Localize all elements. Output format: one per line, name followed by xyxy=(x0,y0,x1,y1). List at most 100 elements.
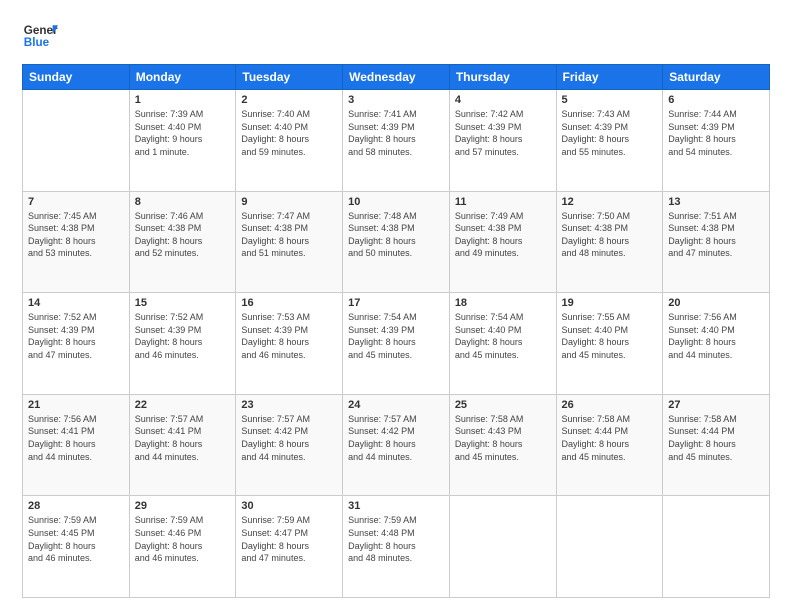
day-number: 22 xyxy=(135,399,231,411)
cell-info: Sunrise: 7:47 AM Sunset: 4:38 PM Dayligh… xyxy=(241,210,337,260)
day-number: 16 xyxy=(241,297,337,309)
weekday-header-row: SundayMondayTuesdayWednesdayThursdayFrid… xyxy=(23,65,770,90)
logo: General Blue xyxy=(22,18,58,54)
day-number: 10 xyxy=(348,196,444,208)
weekday-header-monday: Monday xyxy=(129,65,236,90)
day-number: 15 xyxy=(135,297,231,309)
cell-info: Sunrise: 7:58 AM Sunset: 4:44 PM Dayligh… xyxy=(668,413,764,463)
day-number: 28 xyxy=(28,500,124,512)
cell-info: Sunrise: 7:45 AM Sunset: 4:38 PM Dayligh… xyxy=(28,210,124,260)
calendar-row-2: 14 Sunrise: 7:52 AM Sunset: 4:39 PM Dayli… xyxy=(23,293,770,395)
calendar-cell-r4c5 xyxy=(556,496,663,598)
day-number: 20 xyxy=(668,297,764,309)
calendar-cell-r3c2: 23 Sunrise: 7:57 AM Sunset: 4:42 PM Dayli… xyxy=(236,394,343,496)
calendar-cell-r2c6: 20 Sunrise: 7:56 AM Sunset: 4:40 PM Dayli… xyxy=(663,293,770,395)
calendar-cell-r3c3: 24 Sunrise: 7:57 AM Sunset: 4:42 PM Dayli… xyxy=(343,394,450,496)
calendar-cell-r1c6: 13 Sunrise: 7:51 AM Sunset: 4:38 PM Dayli… xyxy=(663,191,770,293)
calendar-cell-r3c0: 21 Sunrise: 7:56 AM Sunset: 4:41 PM Dayli… xyxy=(23,394,130,496)
calendar-cell-r4c0: 28 Sunrise: 7:59 AM Sunset: 4:45 PM Dayli… xyxy=(23,496,130,598)
day-number: 24 xyxy=(348,399,444,411)
day-number: 29 xyxy=(135,500,231,512)
cell-info: Sunrise: 7:54 AM Sunset: 4:40 PM Dayligh… xyxy=(455,311,551,361)
cell-info: Sunrise: 7:58 AM Sunset: 4:44 PM Dayligh… xyxy=(562,413,658,463)
day-number: 5 xyxy=(562,94,658,106)
cell-info: Sunrise: 7:48 AM Sunset: 4:38 PM Dayligh… xyxy=(348,210,444,260)
day-number: 14 xyxy=(28,297,124,309)
calendar-cell-r4c3: 31Sunrise: 7:59 AM Sunset: 4:48 PM Dayli… xyxy=(343,496,450,598)
cell-info: Sunrise: 7:57 AM Sunset: 4:42 PM Dayligh… xyxy=(241,413,337,463)
cell-info: Sunrise: 7:59 AM Sunset: 4:45 PM Dayligh… xyxy=(28,514,124,564)
day-number: 12 xyxy=(562,196,658,208)
cell-info: Sunrise: 7:57 AM Sunset: 4:41 PM Dayligh… xyxy=(135,413,231,463)
calendar-row-1: 7 Sunrise: 7:45 AM Sunset: 4:38 PM Daylig… xyxy=(23,191,770,293)
weekday-header-tuesday: Tuesday xyxy=(236,65,343,90)
day-number: 9 xyxy=(241,196,337,208)
calendar-cell-r3c5: 26Sunrise: 7:58 AM Sunset: 4:44 PM Dayli… xyxy=(556,394,663,496)
calendar-cell-r1c3: 10 Sunrise: 7:48 AM Sunset: 4:38 PM Dayli… xyxy=(343,191,450,293)
cell-info: Sunrise: 7:42 AM Sunset: 4:39 PM Dayligh… xyxy=(455,108,551,158)
cell-info: Sunrise: 7:40 AM Sunset: 4:40 PM Dayligh… xyxy=(241,108,337,158)
day-number: 31 xyxy=(348,500,444,512)
day-number: 19 xyxy=(562,297,658,309)
calendar-page: General Blue SundayMondayTuesdayWednesda… xyxy=(0,0,792,612)
day-number: 13 xyxy=(668,196,764,208)
weekday-header-thursday: Thursday xyxy=(449,65,556,90)
cell-info: Sunrise: 7:41 AM Sunset: 4:39 PM Dayligh… xyxy=(348,108,444,158)
cell-info: Sunrise: 7:59 AM Sunset: 4:47 PM Dayligh… xyxy=(241,514,337,564)
calendar-cell-r4c1: 29 Sunrise: 7:59 AM Sunset: 4:46 PM Dayli… xyxy=(129,496,236,598)
day-number: 30 xyxy=(241,500,337,512)
weekday-header-friday: Friday xyxy=(556,65,663,90)
header: General Blue xyxy=(22,18,770,54)
cell-info: Sunrise: 7:53 AM Sunset: 4:39 PM Dayligh… xyxy=(241,311,337,361)
day-number: 3 xyxy=(348,94,444,106)
calendar-cell-r2c3: 17 Sunrise: 7:54 AM Sunset: 4:39 PM Dayli… xyxy=(343,293,450,395)
cell-info: Sunrise: 7:57 AM Sunset: 4:42 PM Dayligh… xyxy=(348,413,444,463)
calendar-cell-r0c3: 3 Sunrise: 7:41 AM Sunset: 4:39 PM Daylig… xyxy=(343,90,450,192)
cell-info: Sunrise: 7:52 AM Sunset: 4:39 PM Dayligh… xyxy=(135,311,231,361)
day-number: 25 xyxy=(455,399,551,411)
weekday-header-saturday: Saturday xyxy=(663,65,770,90)
svg-text:Blue: Blue xyxy=(24,36,50,49)
calendar-cell-r2c2: 16 Sunrise: 7:53 AM Sunset: 4:39 PM Dayli… xyxy=(236,293,343,395)
calendar-cell-r3c1: 22 Sunrise: 7:57 AM Sunset: 4:41 PM Dayli… xyxy=(129,394,236,496)
calendar-cell-r1c5: 12 Sunrise: 7:50 AM Sunset: 4:38 PM Dayli… xyxy=(556,191,663,293)
cell-info: Sunrise: 7:56 AM Sunset: 4:41 PM Dayligh… xyxy=(28,413,124,463)
day-number: 23 xyxy=(241,399,337,411)
calendar-cell-r1c0: 7 Sunrise: 7:45 AM Sunset: 4:38 PM Daylig… xyxy=(23,191,130,293)
cell-info: Sunrise: 7:44 AM Sunset: 4:39 PM Dayligh… xyxy=(668,108,764,158)
calendar-cell-r0c0 xyxy=(23,90,130,192)
cell-info: Sunrise: 7:59 AM Sunset: 4:46 PM Dayligh… xyxy=(135,514,231,564)
day-number: 7 xyxy=(28,196,124,208)
day-number: 6 xyxy=(668,94,764,106)
calendar-cell-r0c5: 5 Sunrise: 7:43 AM Sunset: 4:39 PM Daylig… xyxy=(556,90,663,192)
cell-info: Sunrise: 7:58 AM Sunset: 4:43 PM Dayligh… xyxy=(455,413,551,463)
calendar-cell-r0c4: 4 Sunrise: 7:42 AM Sunset: 4:39 PM Daylig… xyxy=(449,90,556,192)
day-number: 21 xyxy=(28,399,124,411)
cell-info: Sunrise: 7:50 AM Sunset: 4:38 PM Dayligh… xyxy=(562,210,658,260)
cell-info: Sunrise: 7:56 AM Sunset: 4:40 PM Dayligh… xyxy=(668,311,764,361)
calendar-cell-r1c1: 8Sunrise: 7:46 AM Sunset: 4:38 PM Daylig… xyxy=(129,191,236,293)
cell-info: Sunrise: 7:55 AM Sunset: 4:40 PM Dayligh… xyxy=(562,311,658,361)
cell-info: Sunrise: 7:52 AM Sunset: 4:39 PM Dayligh… xyxy=(28,311,124,361)
calendar-row-3: 21 Sunrise: 7:56 AM Sunset: 4:41 PM Dayli… xyxy=(23,394,770,496)
cell-info: Sunrise: 7:51 AM Sunset: 4:38 PM Dayligh… xyxy=(668,210,764,260)
calendar-cell-r4c6 xyxy=(663,496,770,598)
calendar-cell-r2c1: 15 Sunrise: 7:52 AM Sunset: 4:39 PM Dayli… xyxy=(129,293,236,395)
day-number: 4 xyxy=(455,94,551,106)
logo-icon: General Blue xyxy=(22,18,58,54)
calendar-cell-r2c4: 18 Sunrise: 7:54 AM Sunset: 4:40 PM Dayli… xyxy=(449,293,556,395)
calendar-cell-r2c0: 14 Sunrise: 7:52 AM Sunset: 4:39 PM Dayli… xyxy=(23,293,130,395)
cell-info: Sunrise: 7:43 AM Sunset: 4:39 PM Dayligh… xyxy=(562,108,658,158)
day-number: 18 xyxy=(455,297,551,309)
calendar-cell-r4c2: 30 Sunrise: 7:59 AM Sunset: 4:47 PM Dayli… xyxy=(236,496,343,598)
calendar-cell-r3c6: 27Sunrise: 7:58 AM Sunset: 4:44 PM Dayli… xyxy=(663,394,770,496)
cell-info: Sunrise: 7:54 AM Sunset: 4:39 PM Dayligh… xyxy=(348,311,444,361)
day-number: 2 xyxy=(241,94,337,106)
calendar-cell-r1c4: 11Sunrise: 7:49 AM Sunset: 4:38 PM Dayli… xyxy=(449,191,556,293)
day-number: 17 xyxy=(348,297,444,309)
calendar-cell-r3c4: 25 Sunrise: 7:58 AM Sunset: 4:43 PM Dayli… xyxy=(449,394,556,496)
cell-info: Sunrise: 7:39 AM Sunset: 4:40 PM Dayligh… xyxy=(135,108,231,158)
calendar-body: 1Sunrise: 7:39 AM Sunset: 4:40 PM Daylig… xyxy=(23,90,770,598)
calendar-cell-r0c2: 2 Sunrise: 7:40 AM Sunset: 4:40 PM Daylig… xyxy=(236,90,343,192)
calendar-cell-r0c1: 1Sunrise: 7:39 AM Sunset: 4:40 PM Daylig… xyxy=(129,90,236,192)
